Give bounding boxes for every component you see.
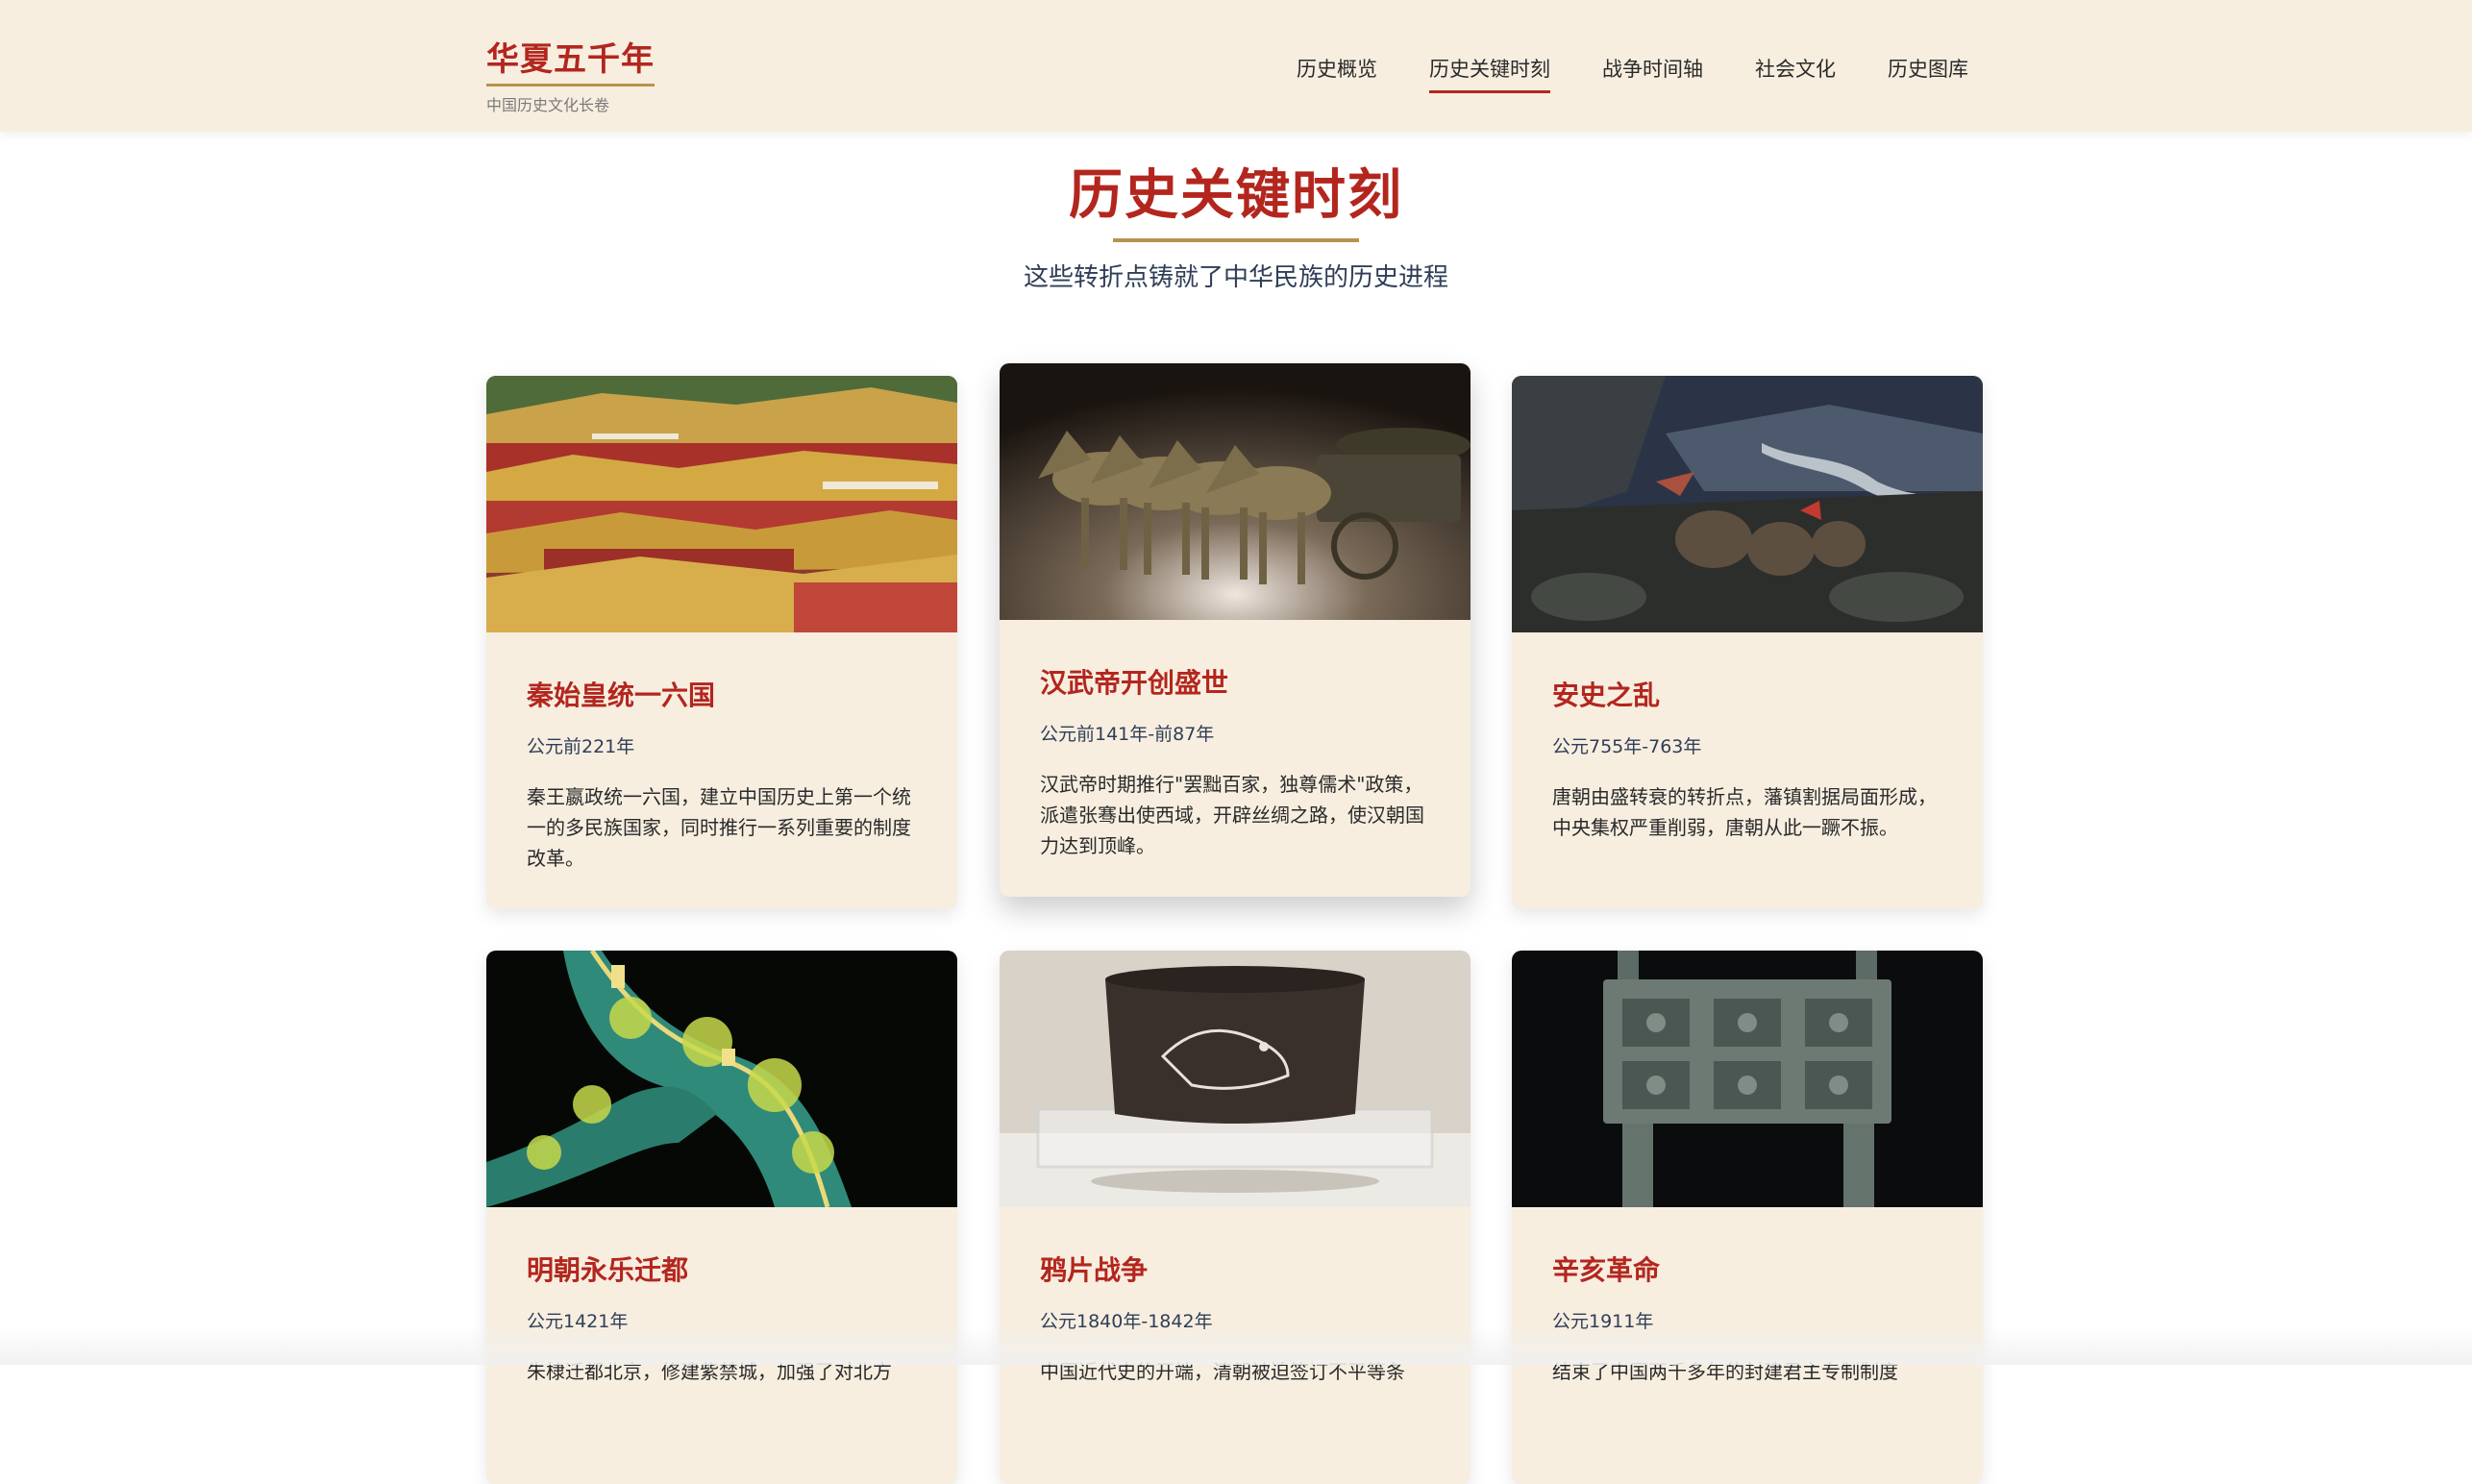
card-date: 公元前221年 xyxy=(527,736,635,757)
card-title: 汉武帝开创盛世 xyxy=(1040,667,1229,699)
great-wall-night-image xyxy=(486,951,957,1207)
card-description: 汉武帝时期推行"罢黜百家，独尊儒术"政策，派遣张骞出使西域，开辟丝绸之路，使汉朝… xyxy=(1040,773,1424,857)
nav-item-gallery[interactable]: 历史图库 xyxy=(1888,54,1968,93)
card-date: 公元1421年 xyxy=(527,1311,629,1332)
event-card-ming[interactable]: 明朝永乐迁都 公元1421年 朱棣迁都北京，修建紫禁城，加强了对北方 xyxy=(486,951,957,1484)
card-title: 辛亥革命 xyxy=(1552,1254,1661,1286)
card-date: 公元1840年-1842年 xyxy=(1040,1311,1213,1332)
brand-title[interactable]: 华夏五千年 xyxy=(486,33,655,87)
stone-vessel-image xyxy=(1000,951,1471,1207)
nav-item-overview[interactable]: 历史概览 xyxy=(1297,54,1377,93)
card-description: 结束了中国两千多年的封建君主专制制度 xyxy=(1552,1360,1898,1383)
bronze-ding-image xyxy=(1512,951,1983,1207)
card-title: 安史之乱 xyxy=(1552,680,1661,711)
card-date: 公元前141年-前87年 xyxy=(1040,724,1215,745)
card-description: 唐朝由盛转衰的转折点，藩镇割据局面形成，中央集权严重削弱，唐朝从此一蹶不振。 xyxy=(1552,785,1937,839)
card-description: 朱棣迁都北京，修建紫禁城，加强了对北方 xyxy=(527,1360,892,1383)
nav-item-key-moments[interactable]: 历史关键时刻 xyxy=(1429,54,1550,93)
event-card-anshi[interactable]: 安史之乱 公元755年-763年 唐朝由盛转衰的转折点，藩镇割据局面形成，中央集… xyxy=(1512,376,1983,909)
event-card-han[interactable]: 汉武帝开创盛世 公元前141年-前87年 汉武帝时期推行"罢黜百家，独尊儒术"政… xyxy=(1000,363,1471,897)
event-card-qin[interactable]: 秦始皇统一六国 公元前221年 秦王嬴政统一六国，建立中国历史上第一个统一的多民… xyxy=(486,376,957,909)
card-date: 公元755年-763年 xyxy=(1552,736,1702,757)
battle-diorama-image xyxy=(1512,376,1983,632)
bronze-chariot-horses-image xyxy=(1000,363,1471,620)
section-title: 历史关键时刻 xyxy=(1069,163,1403,227)
event-card-opium[interactable]: 鸦片战争 公元1840年-1842年 中国近代史的开端，清朝被迫签订不平等条 xyxy=(1000,951,1471,1484)
nav-item-war-timeline[interactable]: 战争时间轴 xyxy=(1602,54,1703,93)
brand-logo[interactable]: 华夏五千年 中国历史文化长卷 xyxy=(486,33,655,115)
event-card-xinhai[interactable]: 辛亥革命 公元1911年 结束了中国两千多年的封建君主专制制度 xyxy=(1512,951,1983,1484)
nav-item-social-culture[interactable]: 社会文化 xyxy=(1755,54,1836,93)
section-divider xyxy=(1113,238,1359,242)
main-nav: 历史概览 历史关键时刻 战争时间轴 社会文化 历史图库 xyxy=(1245,54,1968,93)
card-description: 中国近代史的开端，清朝被迫签订不平等条 xyxy=(1040,1360,1405,1383)
card-title: 明朝永乐迁都 xyxy=(527,1254,689,1286)
site-header: 华夏五千年 中国历史文化长卷 历史概览 历史关键时刻 战争时间轴 社会文化 历史… xyxy=(0,0,2472,132)
section-subtitle: 这些转折点铸就了中华民族的历史进程 xyxy=(1023,263,1448,292)
card-description: 秦王嬴政统一六国，建立中国历史上第一个统一的多民族国家，同时推行一系列重要的制度… xyxy=(527,785,911,870)
card-date: 公元1911年 xyxy=(1552,1311,1654,1332)
brand-subtitle: 中国历史文化长卷 xyxy=(486,96,610,114)
card-title: 秦始皇统一六国 xyxy=(527,680,716,711)
forbidden-city-roofs-image xyxy=(486,376,957,632)
card-title: 鸦片战争 xyxy=(1040,1254,1149,1286)
